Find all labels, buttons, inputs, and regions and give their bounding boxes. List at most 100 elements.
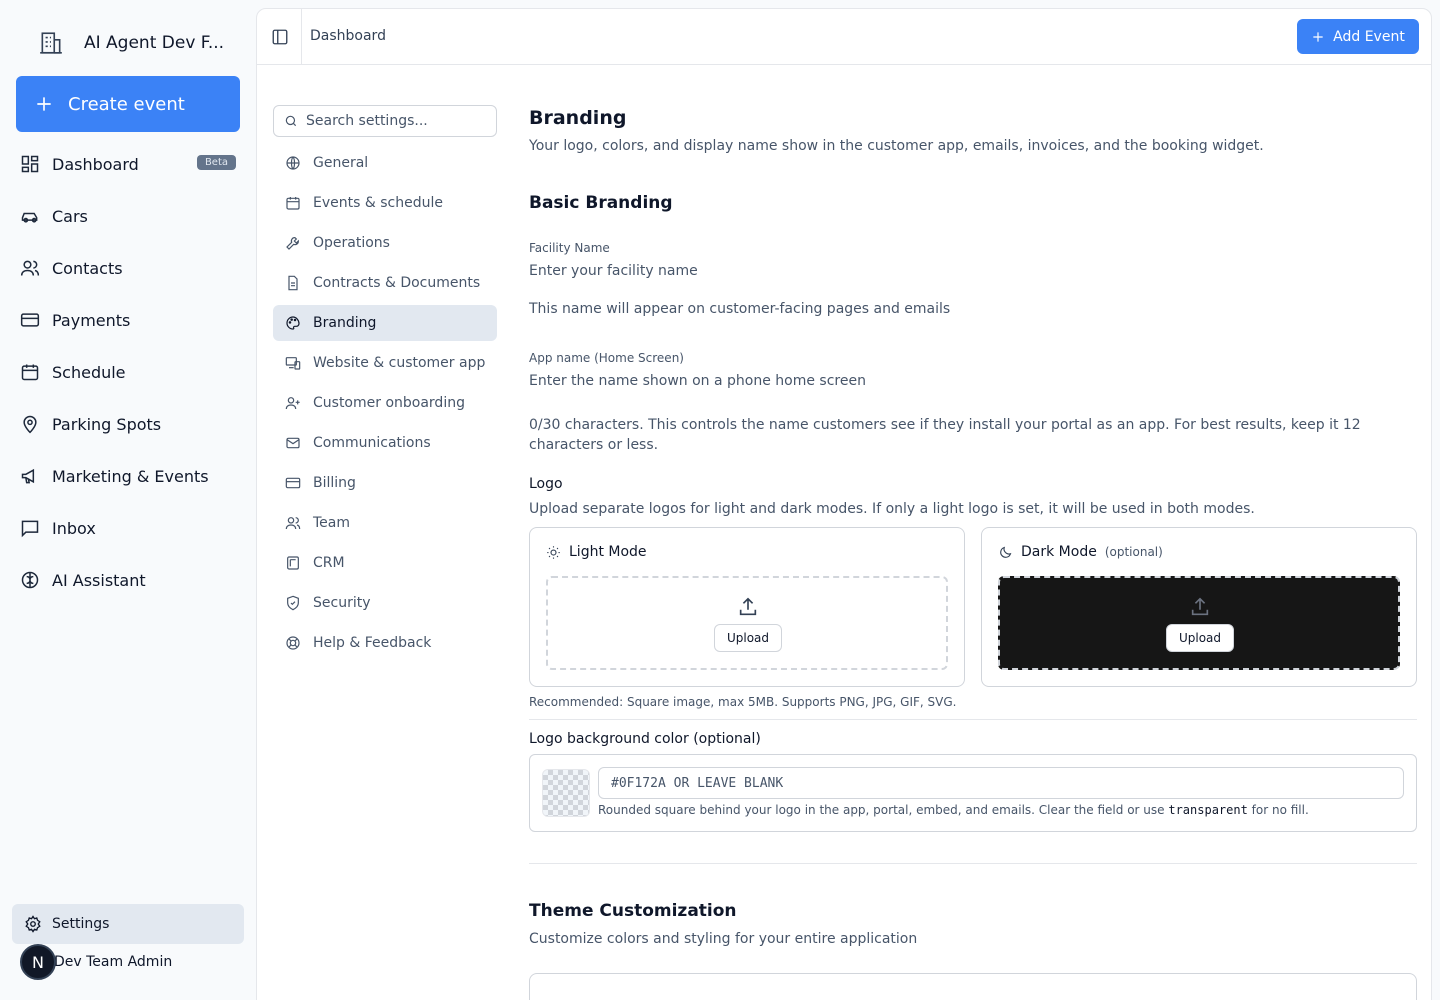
sidebar-item-marketing-events[interactable]: Marketing & Events <box>12 450 244 502</box>
life-buoy-icon <box>286 636 300 650</box>
settings-nav-events-schedule[interactable]: Events & schedule <box>273 185 497 221</box>
light-mode-logo-card: Light Mode Upload <box>529 527 965 687</box>
theme-card <box>529 973 1417 1000</box>
light-logo-upload-button[interactable]: Upload <box>714 624 782 652</box>
logo-bg-color-input[interactable] <box>598 767 1404 799</box>
facility-name-input[interactable]: Enter your facility name <box>529 263 698 279</box>
facility-name-help: This name will appear on customer-facing… <box>529 301 951 317</box>
sidebar-toggle-icon[interactable] <box>271 28 289 46</box>
calendar-icon <box>21 364 39 381</box>
page-title: Branding <box>529 107 627 129</box>
building-icon <box>40 32 62 54</box>
logo-bg-card: Rounded square behind your logo in the a… <box>529 754 1417 832</box>
breadcrumb[interactable]: Dashboard <box>310 28 386 44</box>
user-plus-icon <box>285 397 300 410</box>
logo-recommended: Recommended: Square image, max 5MB. Supp… <box>529 695 957 709</box>
logo-bg-label: Logo background color (optional) <box>529 731 761 747</box>
sun-icon <box>547 545 560 559</box>
settings-nav-customer-onboarding[interactable]: Customer onboarding <box>273 385 497 421</box>
gear-icon <box>25 915 41 933</box>
logo-help: Upload separate logos for light and dark… <box>529 501 1255 517</box>
create-event-button[interactable]: Create event <box>16 76 240 132</box>
user-menu[interactable]: N Dev Team Admin <box>20 944 172 980</box>
users-icon <box>285 517 301 530</box>
light-mode-label: Light Mode <box>569 544 647 560</box>
plus-icon <box>37 97 51 111</box>
org-switcher[interactable]: AI Agent Dev F... <box>38 30 224 56</box>
map-pin-icon <box>23 415 37 434</box>
dark-logo-dropzone[interactable]: Upload <box>998 576 1400 670</box>
settings-nav-communications[interactable]: Communications <box>273 425 497 461</box>
user-name: Dev Team Admin <box>54 954 173 970</box>
sidebar-item-inbox[interactable]: Inbox <box>12 502 244 554</box>
sidebar-item-ai-assistant[interactable]: AI Assistant <box>12 554 244 606</box>
dark-mode-logo-card: Dark Mode (optional) Upload <box>981 527 1417 687</box>
dark-mode-label: Dark Mode <box>1021 544 1097 560</box>
divider <box>301 9 302 65</box>
color-swatch[interactable] <box>542 769 590 817</box>
settings-nav-security[interactable]: Security <box>273 585 497 621</box>
file-text-icon <box>288 275 298 291</box>
avatar: N <box>20 944 56 980</box>
wrench-icon <box>286 237 299 250</box>
section-title-basic-branding: Basic Branding <box>529 193 673 213</box>
add-event-button[interactable]: Add Event <box>1297 19 1419 54</box>
settings-nav-contracts-documents[interactable]: Contracts & Documents <box>273 265 497 301</box>
app-name-help: 0/30 characters. This controls the name … <box>529 417 1361 453</box>
settings-nav-website-customer-app[interactable]: Website & customer app <box>273 345 497 381</box>
brain-icon <box>21 571 39 589</box>
credit-card-icon <box>20 313 40 327</box>
sidebar-item-cars[interactable]: Cars <box>12 190 244 242</box>
sidebar-item-dashboard[interactable]: Dashboard Beta <box>12 138 244 190</box>
sidebar-item-contacts[interactable]: Contacts <box>12 242 244 294</box>
settings-nav-operations[interactable]: Operations <box>273 225 497 261</box>
settings-nav-branding[interactable]: Branding <box>273 305 497 341</box>
megaphone-icon <box>21 468 35 484</box>
page-subtitle: Your logo, colors, and display name show… <box>529 138 1264 154</box>
settings-nav-crm[interactable]: CRM <box>273 545 497 581</box>
settings-nav-team[interactable]: Team <box>273 505 497 541</box>
sidebar-item-parking-spots[interactable]: Parking Spots <box>12 398 244 450</box>
org-name: AI Agent Dev F... <box>84 33 225 53</box>
section-title-theme: Theme Customization <box>529 901 737 921</box>
app-name-label: App name (Home Screen) <box>529 351 684 365</box>
palette-icon <box>286 316 300 330</box>
app-sidebar: AI Agent Dev F... Create event Dashboard… <box>0 0 256 1000</box>
users-icon <box>20 260 40 276</box>
top-bar: Dashboard Add Event <box>257 9 1431 65</box>
settings-nav-general[interactable]: General <box>273 145 497 181</box>
app-name-input[interactable]: Enter the name shown on a phone home scr… <box>529 373 866 389</box>
upload-icon <box>1191 597 1209 616</box>
moon-icon <box>1000 546 1012 558</box>
theme-subtitle: Customize colors and styling for your en… <box>529 931 918 947</box>
sidebar-item-payments[interactable]: Payments <box>12 294 244 346</box>
light-logo-dropzone[interactable]: Upload <box>546 576 948 670</box>
search-icon <box>285 115 297 127</box>
car-icon <box>21 212 38 223</box>
facility-name-label: Facility Name <box>529 241 610 255</box>
main-nav: Dashboard Beta Cars Contacts Payments Sc… <box>12 138 244 606</box>
dashboard-grid-icon <box>21 155 39 173</box>
dark-logo-upload-button[interactable]: Upload <box>1166 624 1234 652</box>
main-panel: Dashboard Add Event General Events & sch… <box>256 8 1432 1000</box>
message-square-icon <box>21 520 39 538</box>
settings-nav-billing[interactable]: Billing <box>273 465 497 501</box>
settings-nav: General Events & schedule Operations Con… <box>273 105 497 665</box>
crm-icon <box>287 556 299 570</box>
logo-label: Logo <box>529 476 563 492</box>
upload-icon <box>739 597 757 616</box>
settings-search[interactable] <box>273 105 497 137</box>
shield-icon <box>287 595 299 611</box>
sidebar-item-settings[interactable]: Settings <box>12 904 244 944</box>
divider <box>529 719 1417 720</box>
dark-mode-optional: (optional) <box>1104 545 1163 559</box>
sidebar-item-schedule[interactable]: Schedule <box>12 346 244 398</box>
settings-nav-help-feedback[interactable]: Help & Feedback <box>273 625 497 661</box>
beta-badge: Beta <box>196 155 236 170</box>
logo-bg-help: Rounded square behind your logo in the a… <box>598 803 1309 817</box>
search-input[interactable] <box>306 113 486 129</box>
globe-icon <box>286 156 300 170</box>
divider <box>529 863 1417 864</box>
calendar-icon <box>286 197 300 210</box>
devices-icon <box>285 357 301 370</box>
